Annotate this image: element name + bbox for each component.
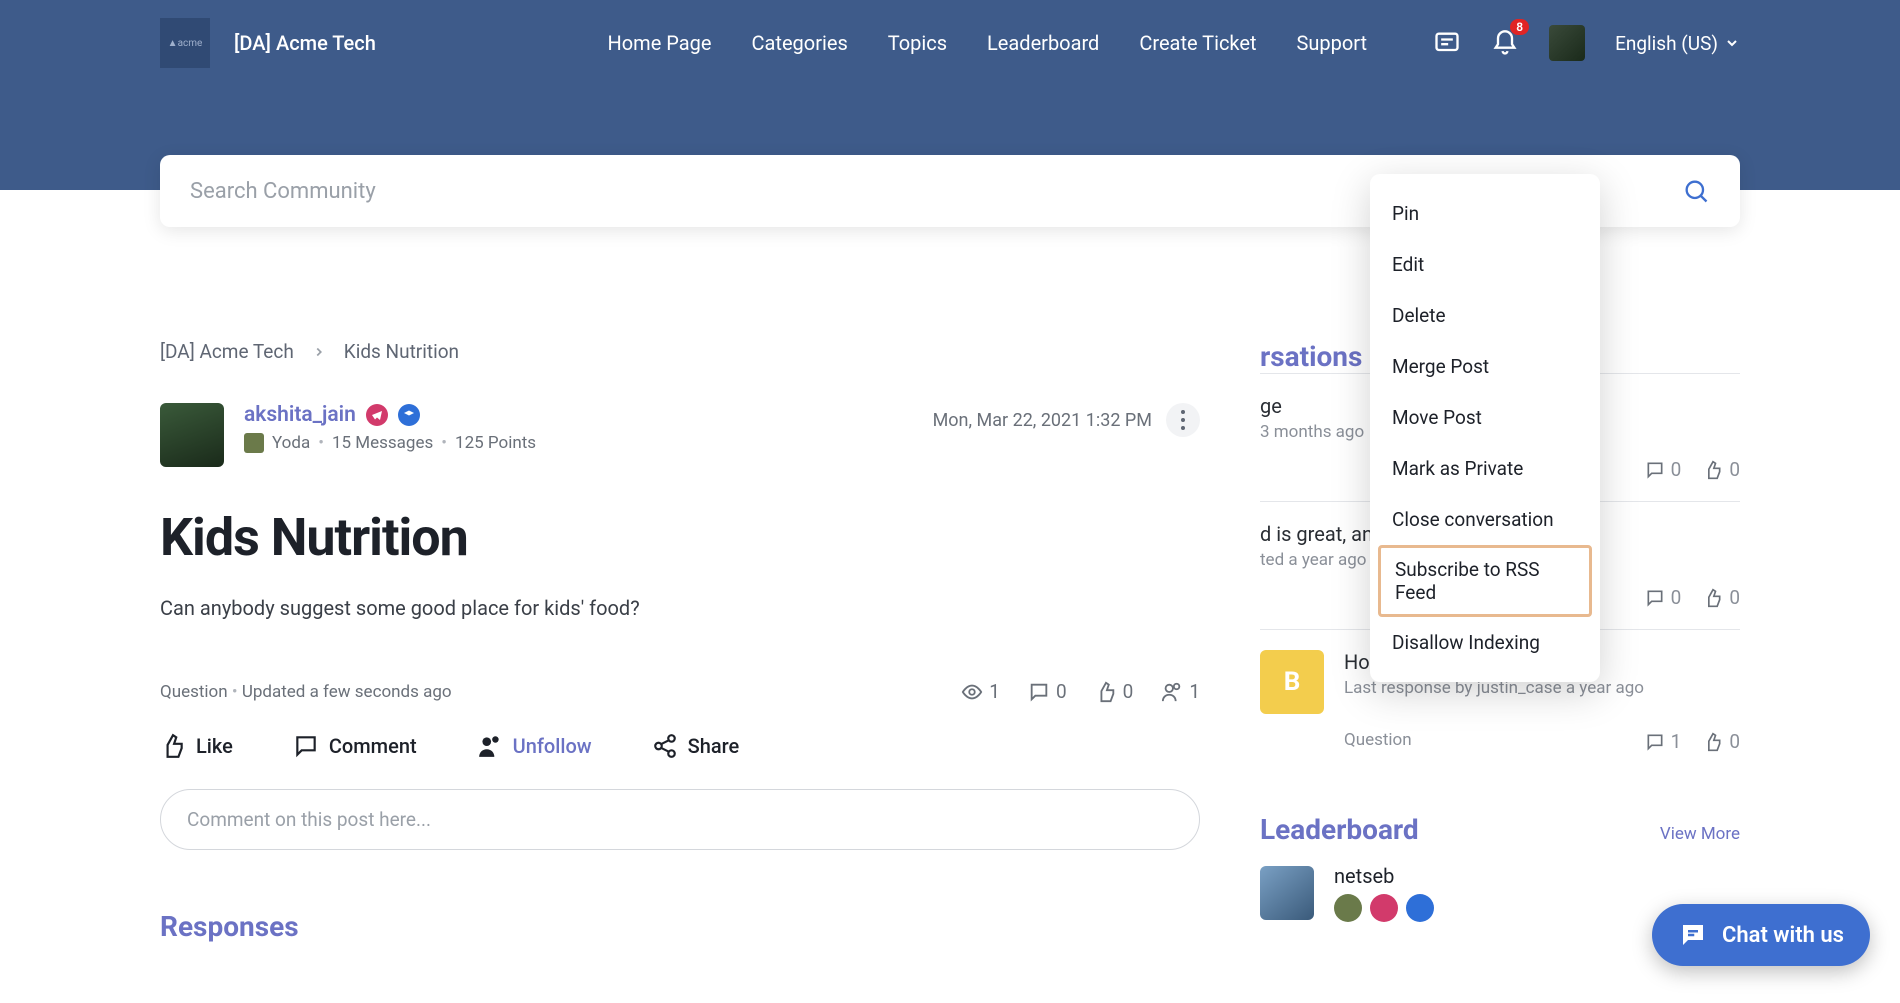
menu-close[interactable]: Close conversation	[1370, 494, 1600, 545]
thumbs-up-icon	[160, 733, 186, 759]
author-points: 125 Points	[455, 433, 536, 453]
post-actions-menu: Pin Edit Delete Merge Post Move Post Mar…	[1370, 174, 1600, 682]
author-messages: 15 Messages	[332, 433, 433, 453]
author-badge-telegram-icon	[366, 404, 388, 426]
breadcrumb: [DA] Acme Tech Kids Nutrition	[160, 340, 1200, 363]
user-avatar[interactable]	[1549, 25, 1585, 61]
post-tag: Question	[160, 682, 228, 702]
like-icon	[1703, 460, 1723, 480]
stat-comments: 0	[1028, 680, 1067, 703]
nav-home[interactable]: Home Page	[608, 31, 712, 55]
post-menu-button[interactable]	[1166, 403, 1200, 437]
comment-field[interactable]	[187, 808, 1173, 831]
rank-icon	[244, 433, 264, 453]
notification-badge: 8	[1510, 19, 1529, 35]
breadcrumb-current: Kids Nutrition	[344, 340, 459, 363]
comment-icon	[1028, 681, 1050, 703]
menu-merge[interactable]: Merge Post	[1370, 341, 1600, 392]
stat-likes: 0	[1095, 680, 1134, 703]
menu-disallow-index[interactable]: Disallow Indexing	[1370, 617, 1600, 668]
chevron-right-icon	[312, 345, 326, 359]
post-updated: Updated a few seconds ago	[242, 682, 452, 702]
author-rank: Yoda	[272, 433, 310, 453]
author-name[interactable]: akshita_jain	[244, 403, 356, 427]
nav-topics[interactable]: Topics	[888, 31, 947, 55]
comment-input[interactable]	[160, 789, 1200, 850]
comment-icon	[1645, 588, 1665, 608]
nav-categories[interactable]: Categories	[752, 31, 848, 55]
leader-badge-icon	[1334, 894, 1362, 922]
bell-icon[interactable]: 8	[1491, 29, 1519, 57]
post-timestamp: Mon, Mar 22, 2021 1:32 PM	[933, 410, 1152, 431]
post-body: Can anybody suggest some good place for …	[160, 596, 1200, 620]
messages-icon[interactable]	[1433, 29, 1461, 57]
stat-views: 1	[961, 680, 1000, 703]
share-button[interactable]: Share	[652, 733, 740, 759]
unfollow-button[interactable]: Unfollow	[477, 733, 592, 759]
comment-icon	[1645, 732, 1665, 752]
leaderboard-heading: Leaderboard	[1260, 813, 1419, 846]
post-title: Kids Nutrition	[160, 507, 1200, 568]
leader-badge-icon	[1406, 894, 1434, 922]
menu-move[interactable]: Move Post	[1370, 392, 1600, 443]
leader-name: netseb	[1334, 864, 1434, 888]
brand-logo[interactable]: ▲acme	[160, 18, 210, 68]
author-badge-grad-icon	[398, 404, 420, 426]
author-avatar[interactable]	[160, 403, 224, 467]
language-selector[interactable]: English (US)	[1615, 32, 1740, 55]
like-icon	[1703, 732, 1723, 752]
people-icon	[1161, 681, 1183, 703]
comment-button[interactable]: Comment	[293, 733, 417, 759]
menu-pin[interactable]: Pin	[1370, 188, 1600, 239]
chat-widget[interactable]: Chat with us	[1652, 904, 1870, 966]
menu-edit[interactable]: Edit	[1370, 239, 1600, 290]
responses-heading: Responses	[160, 910, 1200, 943]
language-label: English (US)	[1615, 32, 1718, 55]
people-fill-icon	[477, 733, 503, 759]
leader-badge-icon	[1370, 894, 1398, 922]
chevron-down-icon	[1724, 35, 1740, 51]
comment-icon	[1645, 460, 1665, 480]
comment-icon	[293, 733, 319, 759]
chat-icon	[1678, 920, 1708, 950]
like-icon	[1703, 588, 1723, 608]
nav-links: Home Page Categories Topics Leaderboard …	[608, 31, 1368, 55]
convo-tag: Question	[1344, 730, 1412, 753]
nav-create-ticket[interactable]: Create Ticket	[1139, 31, 1256, 55]
nav-leaderboard[interactable]: Leaderboard	[987, 31, 1099, 55]
nav-support[interactable]: Support	[1297, 31, 1368, 55]
chat-label: Chat with us	[1722, 923, 1844, 948]
breadcrumb-root[interactable]: [DA] Acme Tech	[160, 340, 294, 363]
leader-avatar	[1260, 866, 1314, 920]
menu-delete[interactable]: Delete	[1370, 290, 1600, 341]
convo-avatar: B	[1260, 650, 1324, 714]
eye-icon	[961, 681, 983, 703]
share-icon	[652, 733, 678, 759]
menu-private[interactable]: Mark as Private	[1370, 443, 1600, 494]
view-more-link[interactable]: View More	[1660, 824, 1740, 844]
stat-followers: 1	[1161, 680, 1200, 703]
like-button[interactable]: Like	[160, 733, 233, 759]
brand-title[interactable]: [DA] Acme Tech	[234, 31, 376, 55]
like-icon	[1095, 681, 1117, 703]
menu-rss[interactable]: Subscribe to RSS Feed	[1378, 545, 1592, 617]
